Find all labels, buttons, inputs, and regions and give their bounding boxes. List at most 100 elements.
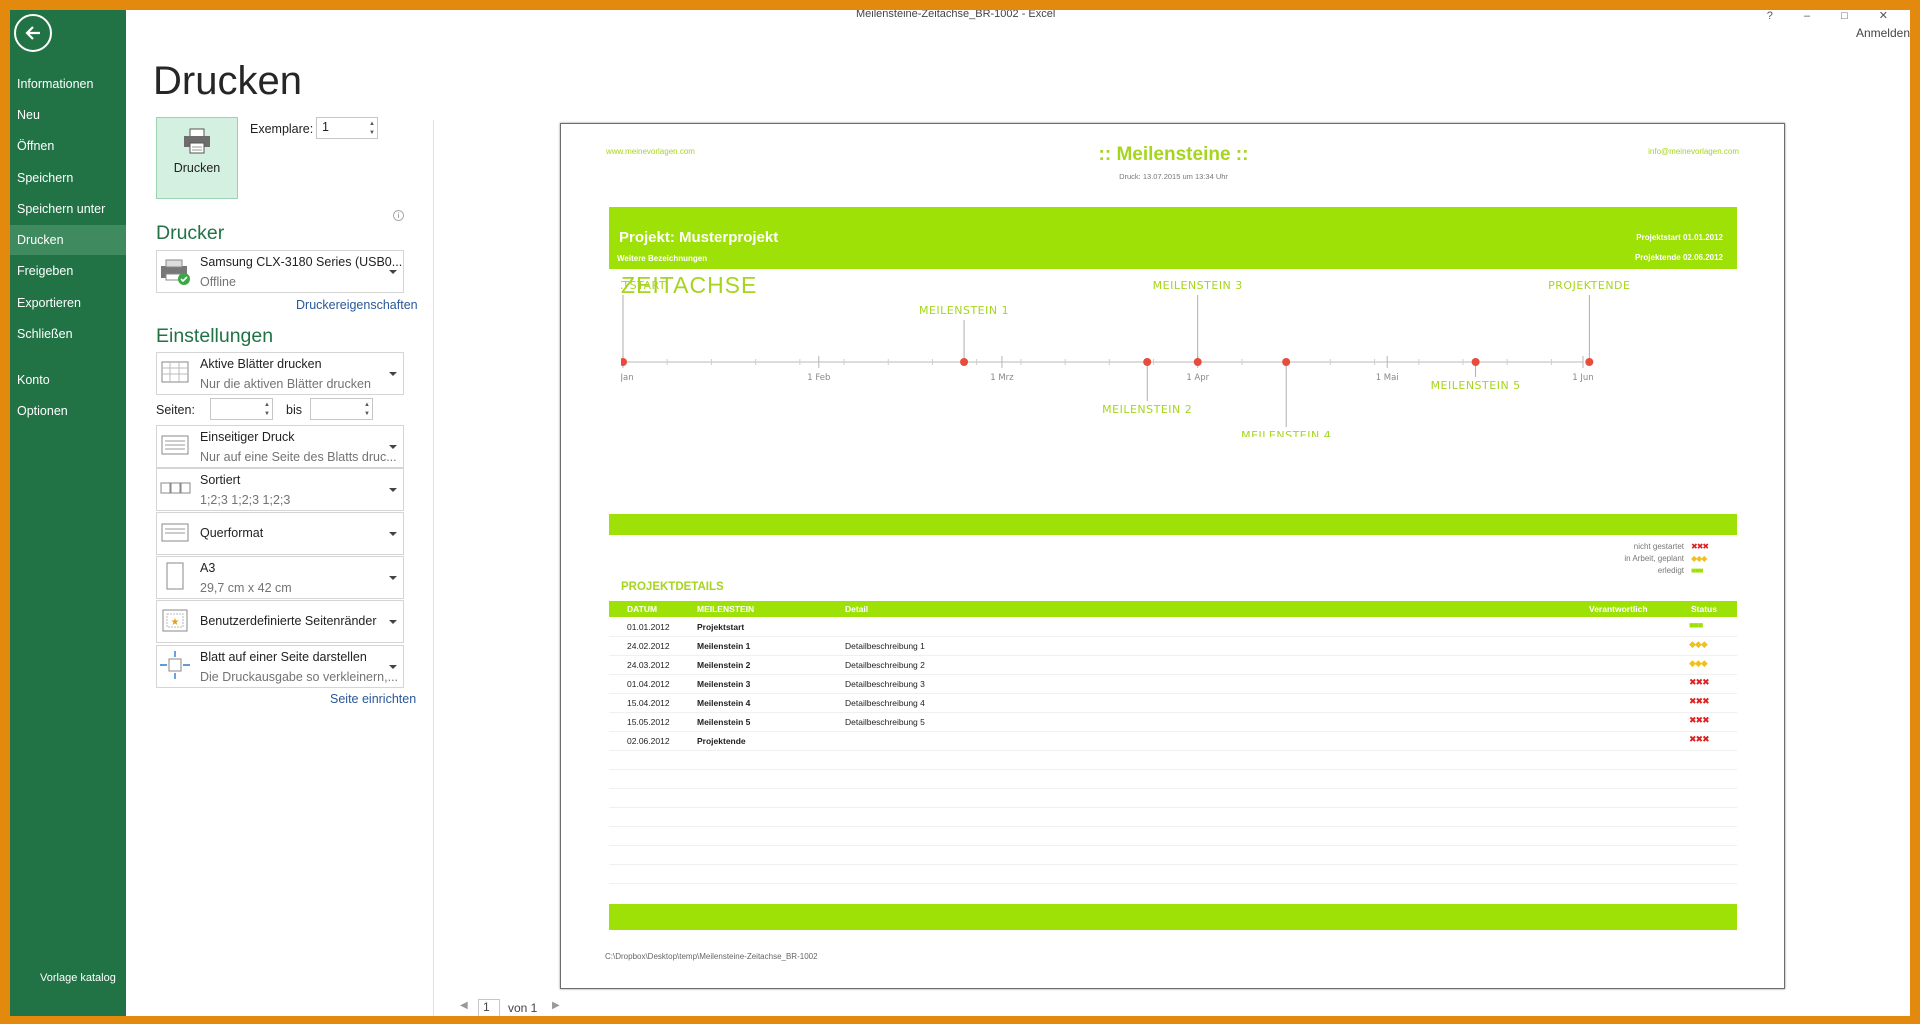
nav-informationen[interactable]: Informationen (10, 69, 126, 99)
nav-konto[interactable]: Konto (10, 365, 126, 395)
pages-to-label: bis (286, 403, 302, 417)
row-status-icon: ✖✖✖ (1689, 677, 1710, 687)
template-catalog-link[interactable]: Vorlage katalog (40, 972, 116, 984)
collate-icon (160, 482, 191, 494)
print-what-dropdown[interactable]: Aktive Blätter drucken Nur die aktiven B… (156, 352, 404, 395)
spin-up-icon[interactable]: ▲ (264, 402, 270, 409)
nav-freigeben[interactable]: Freigeben (10, 256, 126, 286)
nav-neu[interactable]: Neu (10, 100, 126, 130)
legend-label-not-started: nicht gestartet (1633, 542, 1684, 551)
row-detail: Detailbeschreibung 3 (845, 679, 925, 689)
info-icon[interactable]: i (393, 210, 404, 221)
window-controls[interactable]: ? ‒ □ ✕ (1767, 10, 1902, 22)
one-sided-icon (161, 435, 189, 455)
backstage-sidebar: Informationen Neu Öffnen Speichern Speic… (10, 10, 126, 1016)
row-milestone: Meilenstein 1 (697, 641, 751, 651)
window-title: Meilensteine-Zeitachse_BR-1002 - Excel (856, 10, 1056, 20)
details-heading: PROJEKTDETAILS (621, 581, 724, 593)
axis-label: 1 Mrz (990, 373, 1014, 383)
table-row: 15.05.2012 Meilenstein 5 Detailbeschreibun… (609, 713, 1737, 732)
paper-size-value: A3 (200, 561, 216, 575)
row-milestone: Projektende (697, 736, 746, 746)
sheets-icon (161, 361, 189, 383)
milestone-label: MEILENSTEIN 1 (919, 304, 1009, 317)
milestone-label: PROJEKTSTART (621, 279, 666, 292)
nav-oeffnen[interactable]: Öffnen (10, 131, 126, 161)
nav-optionen[interactable]: Optionen (10, 396, 126, 426)
prev-page-icon[interactable]: ◀ (460, 1000, 468, 1011)
nav-speichern-unter[interactable]: Speichern unter (10, 194, 126, 224)
nav-speichern[interactable]: Speichern (10, 163, 126, 193)
row-date: 15.04.2012 (627, 698, 670, 708)
orientation-dropdown[interactable]: Querformat (156, 512, 404, 555)
print-button[interactable]: Drucken (156, 117, 238, 199)
row-status-icon: ■■■ (1689, 620, 1703, 630)
sided-dropdown[interactable]: Einseitiger Druck Nur auf eine Seite des… (156, 425, 404, 468)
back-button[interactable] (14, 14, 52, 52)
spin-up-icon[interactable]: ▲ (369, 121, 375, 128)
col-detail: Detail (845, 604, 869, 614)
nav-exportieren[interactable]: Exportieren (10, 288, 126, 318)
signin-link[interactable]: Anmelden (1856, 26, 1910, 40)
sided-value: Einseitiger Druck (200, 430, 295, 444)
pages-from-input[interactable]: ▲ ▼ (210, 398, 273, 420)
arrow-left-icon (25, 26, 40, 40)
chevron-down-icon (389, 371, 397, 376)
row-date: 01.01.2012 (627, 622, 670, 632)
scaling-desc: Die Druckausgabe so verkleinern,... (200, 670, 399, 684)
axis-label: 1 Mai (1376, 373, 1399, 383)
row-status-icon: ✖✖✖ (1689, 715, 1710, 725)
print-preview-sheet: www.meinevorlagen.com info@meinevorlagen… (560, 123, 1785, 989)
settings-heading: Einstellungen (156, 325, 274, 347)
printer-properties-link[interactable]: Druckereigenschaften (296, 298, 418, 312)
paper-size-desc: 29,7 cm x 42 cm (200, 581, 292, 595)
table-row-empty (609, 751, 1737, 770)
legend-symbol-done: ■■■ (1691, 566, 1703, 575)
table-row-empty (609, 789, 1737, 808)
print-what-value: Aktive Blätter drucken (200, 357, 322, 371)
table-row-empty (609, 808, 1737, 827)
spin-down-icon[interactable]: ▼ (369, 130, 375, 137)
table-row-empty (609, 770, 1737, 789)
axis-label: 1 Jan (621, 373, 634, 383)
row-status-icon: ✖✖✖ (1689, 734, 1710, 744)
nav-drucken[interactable]: Drucken (10, 225, 126, 255)
pages-to-input[interactable]: ▲ ▼ (310, 398, 373, 420)
page-setup-link[interactable]: Seite einrichten (330, 692, 416, 706)
collate-desc: 1;2;3 1;2;3 1;2;3 (200, 493, 291, 507)
legend-label-done: erledigt (1657, 566, 1684, 575)
margins-value: Benutzerdefinierte Seitenränder (200, 614, 377, 628)
printer-dropdown[interactable]: Samsung CLX-3180 Series (USB0... Offline (156, 250, 404, 293)
page-title: Drucken (153, 59, 302, 103)
nav-schliessen[interactable]: Schließen (10, 319, 126, 349)
margins-dropdown[interactable]: ★ Benutzerdefinierte Seitenränder (156, 600, 404, 643)
current-page-input[interactable]: 1 (478, 999, 500, 1016)
copies-input[interactable]: 1 ▲ ▼ (316, 117, 378, 139)
panel-divider (433, 120, 434, 1016)
chevron-down-icon (389, 619, 397, 624)
margins-icon: ★ (162, 609, 188, 632)
row-date: 24.03.2012 (627, 660, 670, 670)
table-row: 15.04.2012 Meilenstein 4 Detailbeschreibun… (609, 694, 1737, 713)
printer-icon (184, 128, 210, 154)
collate-dropdown[interactable]: Sortiert 1;2;3 1;2;3 1;2;3 (156, 468, 404, 511)
table-row: 24.03.2012 Meilenstein 2 Detailbeschreibun… (609, 656, 1737, 675)
pages-label: Seiten: (156, 403, 195, 417)
document-title: :: Meilensteine :: (1098, 144, 1249, 165)
chevron-down-icon (389, 664, 397, 669)
chevron-down-icon (389, 487, 397, 492)
row-milestone: Meilenstein 2 (697, 660, 751, 670)
spin-up-icon[interactable]: ▲ (364, 402, 370, 409)
row-date: 15.05.2012 (627, 717, 670, 727)
next-page-icon[interactable]: ▶ (552, 1000, 560, 1011)
legend-symbol-not-started: ✖✖✖ (1691, 542, 1709, 551)
axis-label: 1 Apr (1186, 373, 1209, 383)
scaling-dropdown[interactable]: Blatt auf einer Seite darstellen Die Dru… (156, 645, 404, 688)
paper-size-dropdown[interactable]: A3 29,7 cm x 42 cm (156, 556, 404, 599)
svg-text:★: ★ (171, 617, 180, 628)
milestone-label: MEILENSTEIN 4 (1241, 429, 1331, 437)
milestone-marker (1282, 358, 1291, 366)
spin-down-icon[interactable]: ▼ (264, 411, 270, 418)
axis-label: 1 Jun (1572, 373, 1593, 383)
spin-down-icon[interactable]: ▼ (364, 411, 370, 418)
